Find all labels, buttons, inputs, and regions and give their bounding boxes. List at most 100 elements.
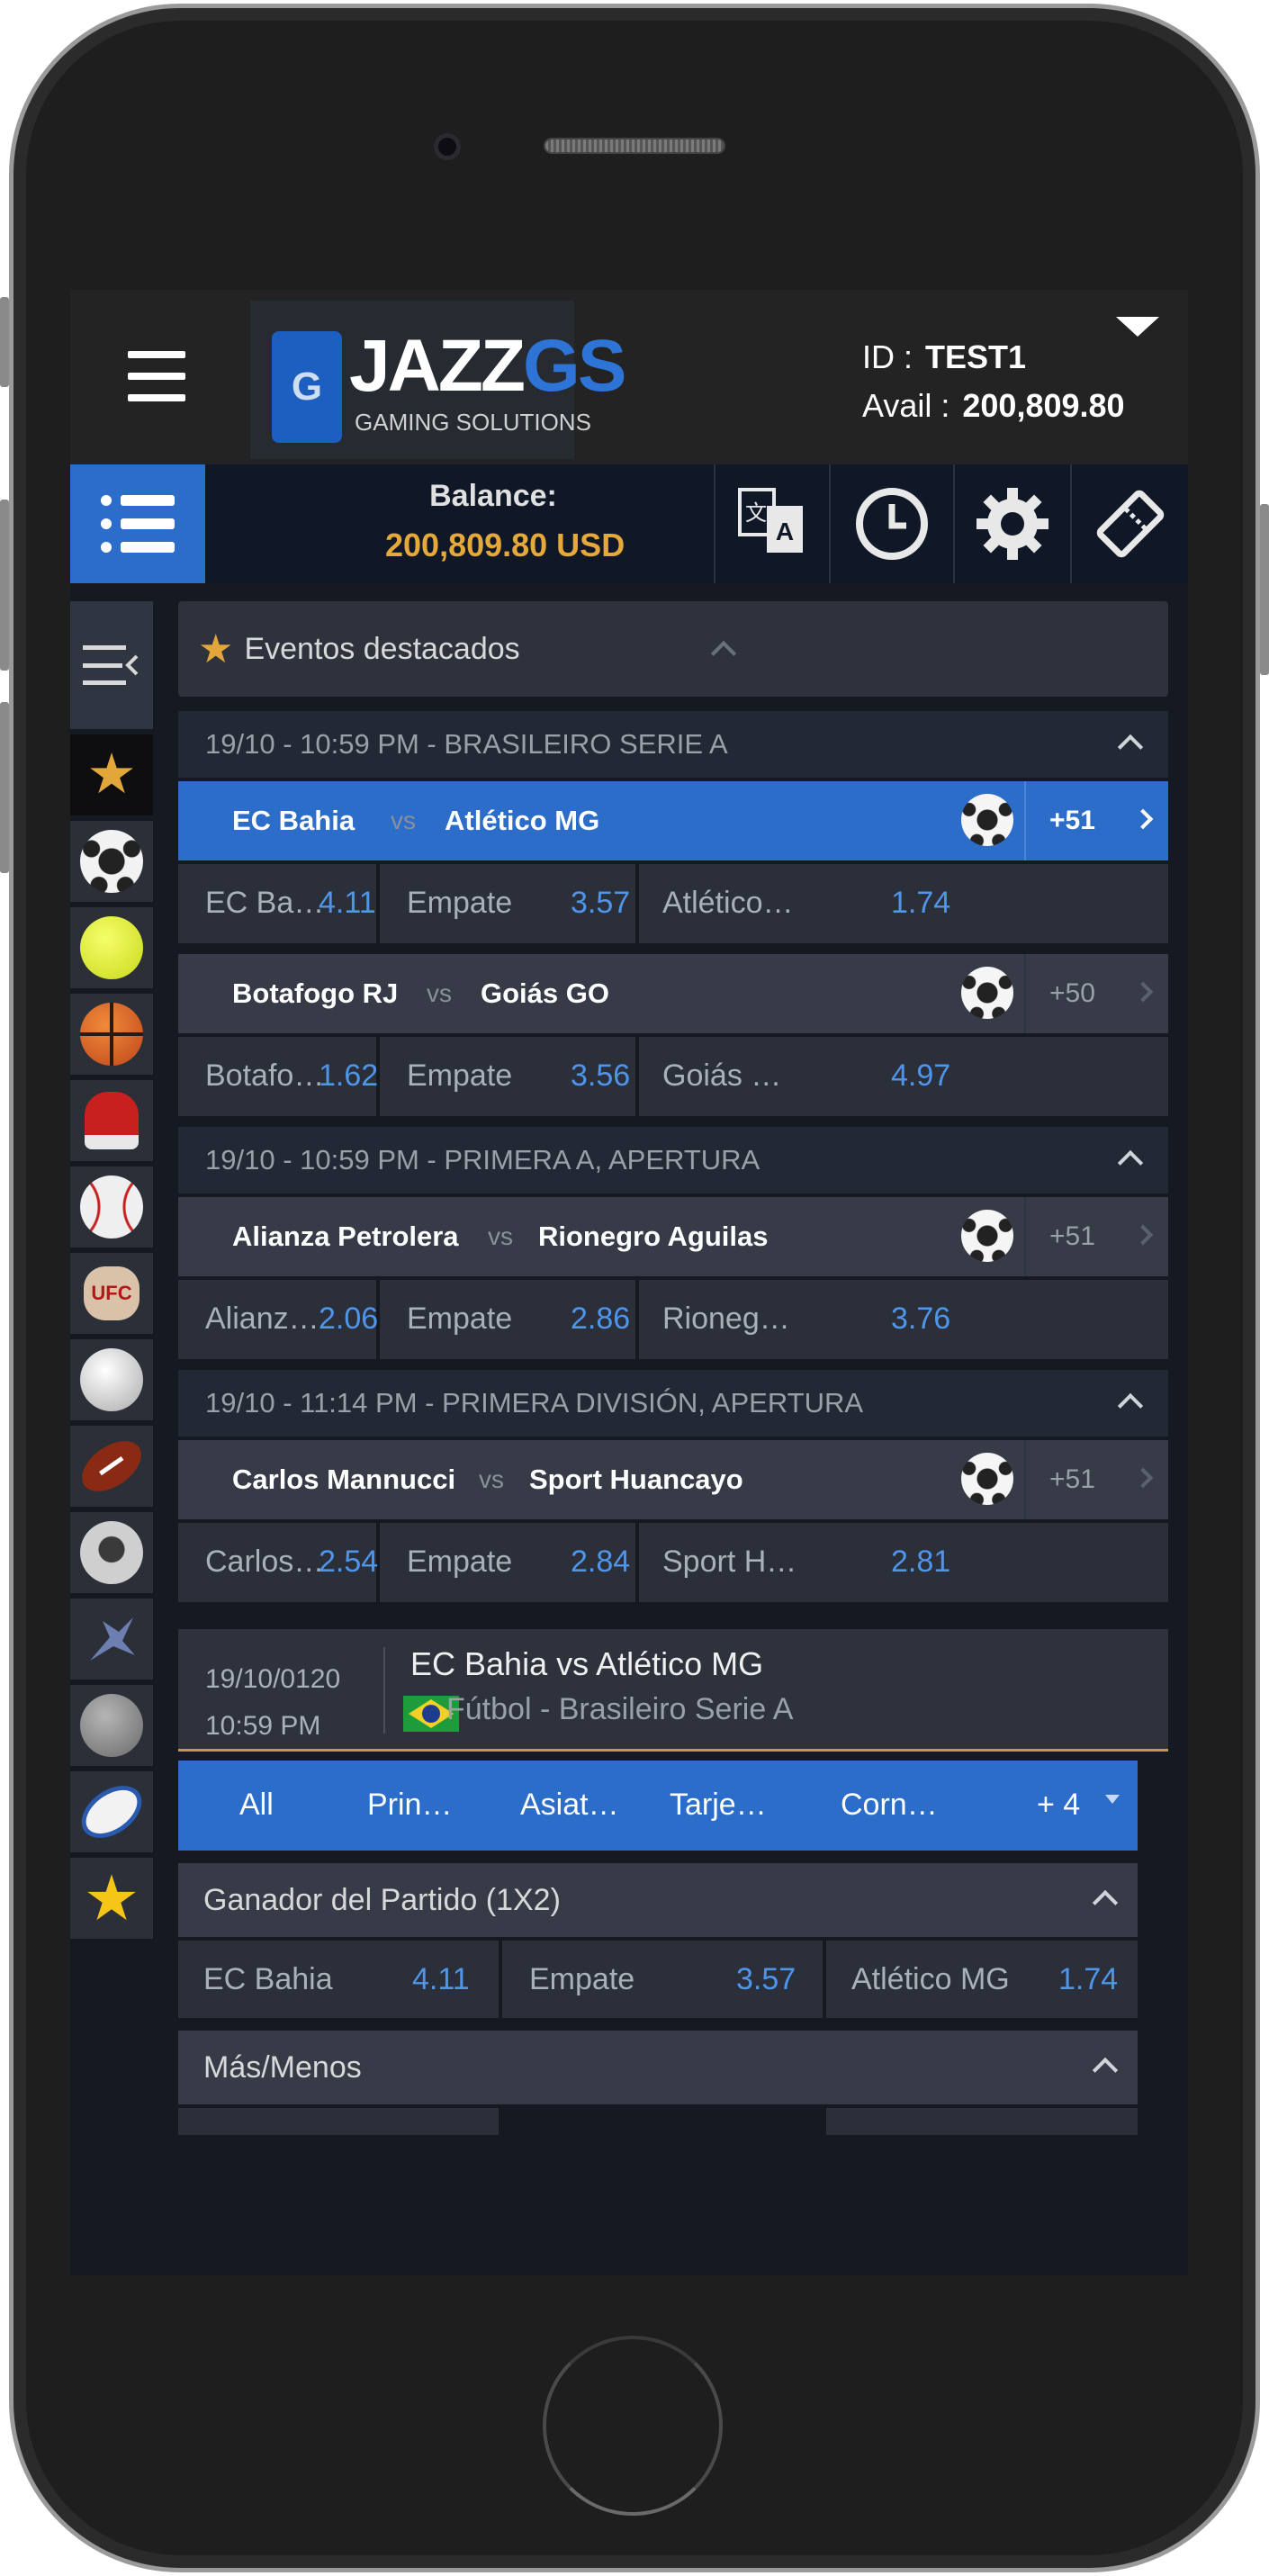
- match-row[interactable]: Botafogo RJ vs Goiás GO +50: [178, 954, 1168, 1033]
- odd-cell-home[interactable]: EC Bahia 4.11: [178, 864, 376, 943]
- more-markets-button[interactable]: +51: [1024, 1197, 1168, 1276]
- odd-cell-home[interactable]: Botafogo RJ1.62: [178, 1037, 378, 1116]
- more-markets-button[interactable]: +51: [1024, 781, 1168, 860]
- account-dropdown-icon[interactable]: [1116, 317, 1159, 337]
- sports-menu-button[interactable]: [70, 464, 205, 583]
- balance-value: 200,809.80 USD: [385, 527, 626, 563]
- odd-cell-away[interactable]: Rionegro A… 3.76: [639, 1280, 1168, 1359]
- home-team: EC Bahia: [232, 805, 356, 836]
- odd-price: 4.11: [412, 1962, 470, 1996]
- rugby-icon[interactable]: [70, 1771, 153, 1852]
- odd-cell[interactable]: [178, 2108, 499, 2135]
- tennis-icon[interactable]: [70, 907, 153, 988]
- odd-cell-draw[interactable]: Empate 2.84: [380, 1523, 635, 1602]
- match-row[interactable]: Carlos Mannucci vs Sport Huancayo +51: [178, 1440, 1168, 1519]
- odd-price: 4.97: [891, 1058, 951, 1093]
- tab-all[interactable]: All: [239, 1788, 274, 1823]
- more-markets-button[interactable]: +51: [1024, 1440, 1168, 1519]
- event-league: Fútbol - Brasileiro Serie A: [446, 1692, 794, 1726]
- odd-cell-draw[interactable]: Empate 3.57: [502, 1941, 823, 2018]
- basketball-icon[interactable]: [70, 994, 153, 1075]
- odd-cell[interactable]: [826, 2108, 1138, 2135]
- volleyball-icon[interactable]: [70, 1339, 153, 1420]
- odd-cell-away[interactable]: Goiás GO 4.97: [639, 1037, 1168, 1116]
- chevron-up-icon[interactable]: [1092, 2057, 1119, 2084]
- american-football-icon[interactable]: [70, 1426, 153, 1507]
- odd-cell-away[interactable]: Atlético MG 1.74: [826, 1941, 1138, 2018]
- hockey-icon[interactable]: [70, 1512, 153, 1593]
- event-group-header[interactable]: 19/10 - 10:59 PM - PRIMERA A, APERTURA: [178, 1127, 1168, 1193]
- odd-cell-home[interactable]: Carlos Man…2.54: [178, 1523, 378, 1602]
- logo-mark: G: [272, 331, 342, 443]
- home-button[interactable]: [543, 2336, 723, 2516]
- match-row[interactable]: Alianza Petrolera vs Rionegro Aguilas +5…: [178, 1197, 1168, 1276]
- odd-cell-home[interactable]: Alianza Petr…2.06: [178, 1280, 378, 1359]
- avail-value: 200,809.80: [962, 387, 1125, 424]
- away-team: Sport Huancayo: [529, 1464, 743, 1495]
- tab-principal[interactable]: Prin…: [367, 1788, 452, 1823]
- event-group-header[interactable]: 19/10 - 11:14 PM - PRIMERA DIVISIÓN, APE…: [178, 1370, 1168, 1437]
- odd-cell-home[interactable]: EC Bahia 4.11: [178, 1941, 499, 2018]
- odds-row: Alianza Petr…2.06 Empate 2.86 Rionegro A……: [178, 1280, 1168, 1359]
- favorites-star-icon[interactable]: ★: [70, 1858, 153, 1939]
- market-header[interactable]: Ganador del Partido (1X2): [178, 1863, 1138, 1937]
- odd-price: 2.86: [571, 1302, 631, 1336]
- chevron-up-icon[interactable]: [710, 640, 737, 667]
- ticket-icon[interactable]: [1070, 464, 1188, 583]
- tab-more[interactable]: + 4: [1037, 1788, 1080, 1823]
- odd-price: 3.76: [891, 1302, 951, 1336]
- tab-tarjetas[interactable]: Tarje…: [670, 1788, 767, 1823]
- more-markets-button[interactable]: +50: [1024, 954, 1168, 1033]
- avail-label: Avail :: [862, 387, 950, 424]
- soccer-icon[interactable]: [70, 821, 153, 902]
- chevron-down-icon[interactable]: [1105, 1795, 1120, 1804]
- star-icon[interactable]: ★: [70, 734, 153, 815]
- baseball-icon[interactable]: [70, 1166, 153, 1247]
- collapse-menu-icon[interactable]: [70, 601, 153, 729]
- vs-label: vs: [391, 806, 416, 834]
- chevron-up-icon[interactable]: [1117, 1392, 1144, 1419]
- event-group-header[interactable]: 19/10 - 10:59 PM - BRASILEIRO SERIE A: [178, 711, 1168, 778]
- ufc-icon[interactable]: UFC: [70, 1253, 153, 1334]
- home-team: Botafogo RJ: [232, 977, 399, 1009]
- svg-text:文: 文: [745, 501, 767, 526]
- esports-icon[interactable]: [70, 1599, 153, 1680]
- odd-cell-away[interactable]: Atlético MG 1.74: [639, 864, 1168, 943]
- chevron-right-icon: [1132, 808, 1154, 830]
- match-row[interactable]: EC Bahia vs Atlético MG +51: [178, 781, 1168, 860]
- chevron-up-icon[interactable]: [1117, 734, 1144, 761]
- clock-icon[interactable]: [829, 464, 953, 583]
- market-header[interactable]: Más/Menos: [178, 2031, 1138, 2104]
- id-label: ID :: [862, 338, 914, 375]
- ball-icon[interactable]: [70, 1685, 153, 1766]
- hamburger-menu-icon[interactable]: [128, 351, 185, 401]
- featured-events-header[interactable]: ★ Eventos destacados: [178, 601, 1168, 697]
- market-title: Más/Menos: [203, 2049, 362, 2085]
- language-icon[interactable]: A文: [714, 464, 829, 583]
- tab-asiaticos[interactable]: Asiat…: [520, 1788, 619, 1823]
- odd-name: Alianza Petr…: [205, 1302, 331, 1336]
- odd-cell-away[interactable]: Sport Huan… 2.81: [639, 1523, 1168, 1602]
- tab-corners[interactable]: Corn…: [841, 1788, 938, 1823]
- star-icon: ★: [198, 626, 234, 671]
- odd-name: Empate: [407, 1058, 513, 1093]
- market-title: Ganador del Partido (1X2): [203, 1882, 561, 1917]
- home-team: Alianza Petrolera: [232, 1220, 459, 1252]
- odd-price: 4.11: [319, 886, 376, 920]
- odd-cell-draw[interactable]: Empate 3.57: [380, 864, 635, 943]
- top-bar: G JAZZGS GAMING SOLUTIONS ID : TEST1 Avai…: [70, 290, 1188, 464]
- gear-icon[interactable]: [953, 464, 1070, 583]
- featured-title: Eventos destacados: [244, 631, 520, 666]
- toolbar: Balance: 200,809.80 USD A文: [70, 464, 1188, 583]
- odd-name: Atlético MG: [662, 886, 797, 920]
- chevron-right-icon: [1132, 981, 1154, 1003]
- odd-name: Botafogo RJ: [205, 1058, 331, 1093]
- odd-cell-draw[interactable]: Empate 3.56: [380, 1037, 635, 1116]
- odd-cell-draw[interactable]: Empate 2.86: [380, 1280, 635, 1359]
- brand-logo[interactable]: G JAZZGS GAMING SOLUTIONS: [250, 301, 626, 459]
- main-content: ★ Eventos destacados 19/10 - 10:59 PM - …: [178, 601, 1168, 2135]
- boxing-icon[interactable]: [70, 1080, 153, 1161]
- odd-name: Rionegro A…: [662, 1302, 797, 1336]
- chevron-up-icon[interactable]: [1117, 1149, 1144, 1176]
- chevron-up-icon[interactable]: [1092, 1889, 1119, 1916]
